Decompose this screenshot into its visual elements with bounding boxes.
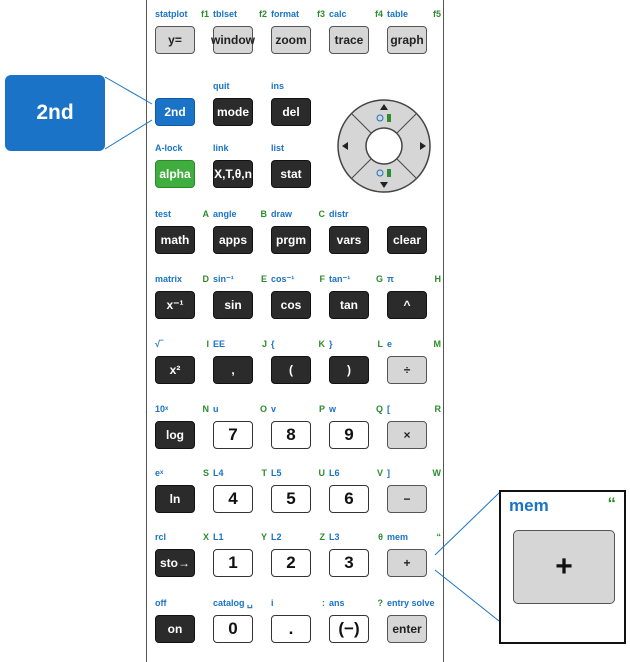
callout-connector-lines	[104, 76, 500, 622]
